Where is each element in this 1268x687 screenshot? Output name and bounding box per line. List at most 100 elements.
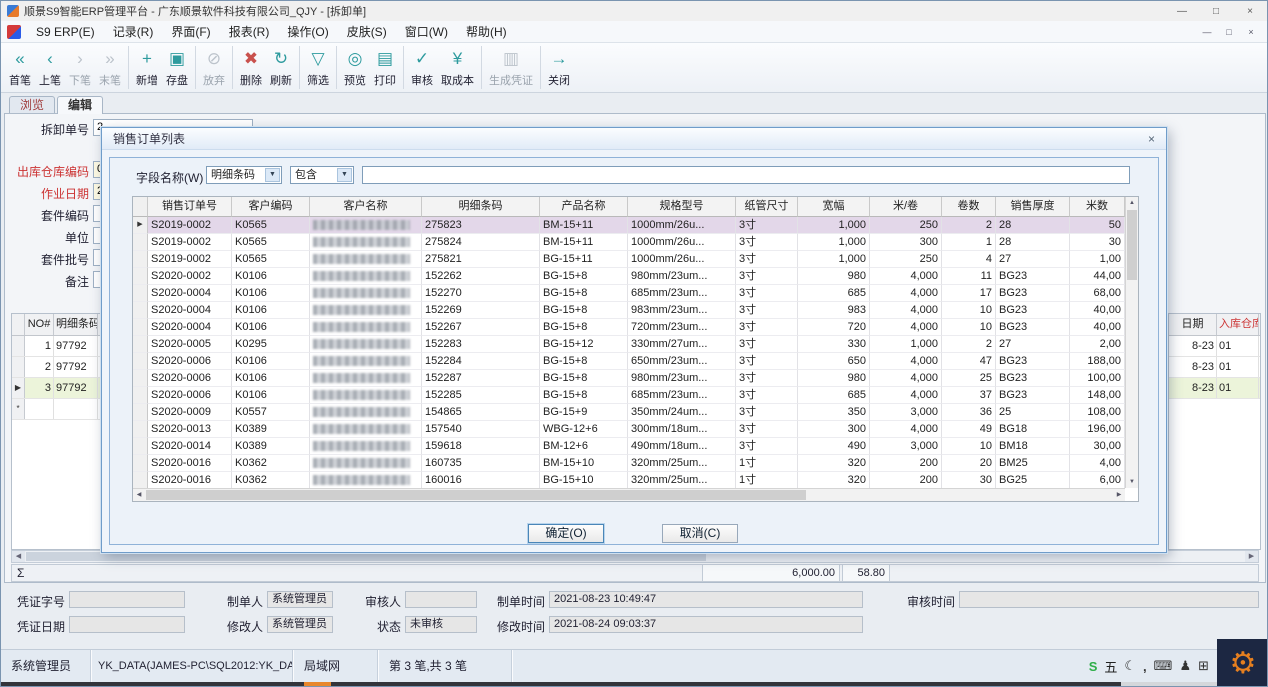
ok-button[interactable]: 确定(O) — [528, 524, 604, 543]
column-header[interactable]: 产品名称 — [540, 197, 628, 217]
cell: 152285 — [422, 387, 540, 404]
wubi-mode-icon[interactable]: 五 — [1104, 657, 1117, 676]
cell: K0362 — [232, 455, 310, 472]
scroll-right-icon[interactable]: ▶ — [1245, 551, 1258, 562]
cell: K0389 — [232, 421, 310, 438]
table-row[interactable]: S2019-0002K0565275824BM-15+111000mm/26u.… — [133, 234, 1138, 251]
toolbar-button-refresh[interactable]: ↻刷新 — [266, 46, 296, 89]
toolbar-button-prev[interactable]: ‹上笔 — [35, 46, 65, 89]
chevron-down-icon[interactable]: ▼ — [265, 168, 280, 182]
toolbar-button-first[interactable]: «首笔 — [5, 46, 35, 89]
cell: 300 — [870, 234, 942, 251]
column-header[interactable]: 米/卷 — [870, 197, 942, 217]
keyboard-icon[interactable]: ⌨ — [1154, 658, 1173, 674]
operator-combo[interactable]: 包含 ▼ — [290, 166, 354, 184]
table-row[interactable]: ▶S2019-0002K0565275823BM-15+111000mm/26u… — [133, 217, 1138, 234]
field-combo[interactable]: 明细条码 ▼ — [206, 166, 282, 184]
chevron-down-icon[interactable]: ▼ — [337, 168, 352, 182]
column-header[interactable]: 明细条码 — [422, 197, 540, 217]
menu-items: S9 ERP(E)记录(R)界面(F)报表(R)操作(O)皮肤(S)窗口(W)帮… — [27, 21, 516, 43]
grid-horizontal-scrollbar[interactable]: ◀ ▶ — [133, 488, 1125, 501]
menu-item[interactable]: 皮肤(S) — [338, 21, 396, 43]
menu-item[interactable]: 报表(R) — [220, 21, 279, 43]
column-header[interactable]: 宽幅 — [798, 197, 870, 217]
table-row[interactable]: S2020-0004K0106152270BG-15+8685mm/23um..… — [133, 285, 1138, 302]
scroll-left-icon[interactable]: ◀ — [133, 489, 145, 501]
toolbar-button-add[interactable]: +新增 — [128, 46, 162, 89]
menu-item[interactable]: 操作(O) — [278, 21, 337, 43]
table-row[interactable]: S2020-0006K0106152284BG-15+8650mm/23um..… — [133, 353, 1138, 370]
table-row[interactable]: S2020-0006K0106152287BG-15+8980mm/23um..… — [133, 370, 1138, 387]
toolbar-button-getcost[interactable]: ¥取成本 — [437, 46, 478, 89]
scroll-up-icon[interactable]: ▲ — [1126, 197, 1138, 209]
mdi-close-icon[interactable]: × — [1241, 24, 1261, 40]
row-selector-cell — [133, 319, 148, 336]
grid-vertical-scrollbar[interactable]: ▲ ▼ — [1125, 197, 1138, 488]
table-row[interactable]: 297792 — [12, 357, 100, 378]
column-header[interactable]: 销售订单号 — [148, 197, 232, 217]
mdi-minimize-icon[interactable]: — — [1197, 24, 1217, 40]
table-row[interactable]: S2020-0006K0106152285BG-15+8685mm/23um..… — [133, 387, 1138, 404]
toolbox-icon[interactable]: ⊞ — [1198, 658, 1209, 674]
table-row[interactable]: S2020-0014K0389159618BM-12+6490mm/18um..… — [133, 438, 1138, 455]
table-row[interactable]: S2019-0002K0565275821BG-15+111000mm/26u.… — [133, 251, 1138, 268]
table-row[interactable]: S2020-0002K0106152262BG-15+8980mm/23um..… — [133, 268, 1138, 285]
table-row[interactable]: S2020-0013K0389157540WBG-12+6300mm/18um.… — [133, 421, 1138, 438]
table-row[interactable]: 197792 — [12, 336, 100, 357]
column-header[interactable]: 客户编码 — [232, 197, 310, 217]
menu-item[interactable]: 窗口(W) — [396, 21, 457, 43]
menu-item[interactable]: 界面(F) — [162, 21, 219, 43]
minimize-icon[interactable]: — — [1165, 1, 1199, 21]
moon-icon[interactable]: ☾ — [1124, 658, 1136, 674]
toolbar-button-filter[interactable]: ▽筛选 — [299, 46, 333, 89]
restore-icon[interactable]: □ — [1199, 1, 1233, 21]
table-row[interactable]: 8-2301 — [1169, 357, 1260, 378]
scroll-thumb[interactable] — [26, 552, 706, 561]
mdi-restore-icon[interactable]: □ — [1219, 24, 1239, 40]
filter-value-input[interactable] — [362, 166, 1130, 184]
blurred-customer-name — [313, 356, 410, 366]
taskbar-active-app[interactable] — [304, 682, 331, 687]
new-row[interactable]: * — [12, 399, 100, 420]
scroll-thumb[interactable] — [146, 490, 806, 500]
column-header[interactable]: 米数 — [1070, 197, 1125, 217]
dialog-close-icon[interactable]: × — [1143, 132, 1160, 147]
table-row[interactable]: S2020-0004K0106152269BG-15+8983mm/23um..… — [133, 302, 1138, 319]
table-row[interactable]: S2020-0016K0362160735BM-15+10320mm/25um.… — [133, 455, 1138, 472]
app-logo[interactable]: ⚙ — [1217, 639, 1268, 687]
table-row[interactable]: S2020-0016K0362160016BG-15+10320mm/25um.… — [133, 472, 1138, 489]
toolbar-button-save[interactable]: ▣存盘 — [162, 46, 192, 89]
table-row[interactable]: 8-2301 — [1169, 378, 1260, 399]
scroll-right-icon[interactable]: ▶ — [1113, 489, 1125, 501]
menu-item[interactable]: 记录(R) — [104, 21, 163, 43]
table-row[interactable]: S2020-0009K0557154865BG-15+9350mm/24um..… — [133, 404, 1138, 421]
column-header[interactable]: 客户名称 — [310, 197, 422, 217]
column-header[interactable]: 纸管尺寸 — [736, 197, 798, 217]
scroll-left-icon[interactable]: ◀ — [12, 551, 25, 562]
toolbar-button-preview[interactable]: ◎预览 — [336, 46, 370, 89]
tab-browse[interactable]: 浏览 — [9, 96, 55, 113]
close-icon[interactable]: × — [1233, 1, 1267, 21]
table-row[interactable]: 8-2301 — [1169, 336, 1260, 357]
tab-edit[interactable]: 编辑 — [57, 96, 103, 114]
person-icon[interactable]: ♟ — [1179, 658, 1191, 674]
column-header[interactable]: 规格型号 — [628, 197, 736, 217]
toolbar-button-exit[interactable]: →关闭 — [540, 46, 574, 89]
menu-item[interactable]: S9 ERP(E) — [27, 21, 104, 43]
menu-item[interactable]: 帮助(H) — [457, 21, 516, 43]
table-row[interactable]: S2020-0005K0295152283BG-15+12330mm/27um.… — [133, 336, 1138, 353]
toolbar-button-delete[interactable]: ✖删除 — [232, 46, 266, 89]
punctuation-icon[interactable]: , — [1143, 659, 1147, 674]
scroll-thumb[interactable] — [1127, 210, 1137, 280]
toolbar-button-print[interactable]: ▤打印 — [370, 46, 400, 89]
cancel-button[interactable]: 取消(C) — [662, 524, 738, 543]
column-header[interactable]: 销售厚度 — [996, 197, 1070, 217]
table-row[interactable]: ▶397792 — [12, 378, 100, 399]
sogou-logo-icon[interactable]: S — [1089, 659, 1098, 674]
table-row[interactable]: S2020-0004K0106152267BG-15+8720mm/23um..… — [133, 319, 1138, 336]
scroll-down-icon[interactable]: ▼ — [1126, 476, 1138, 488]
column-header[interactable]: 卷数 — [942, 197, 996, 217]
toolbar-button-voucher: ▥生成凭证 — [481, 46, 537, 89]
cell: K0565 — [232, 234, 310, 251]
toolbar-button-audit[interactable]: ✓审核 — [403, 46, 437, 89]
